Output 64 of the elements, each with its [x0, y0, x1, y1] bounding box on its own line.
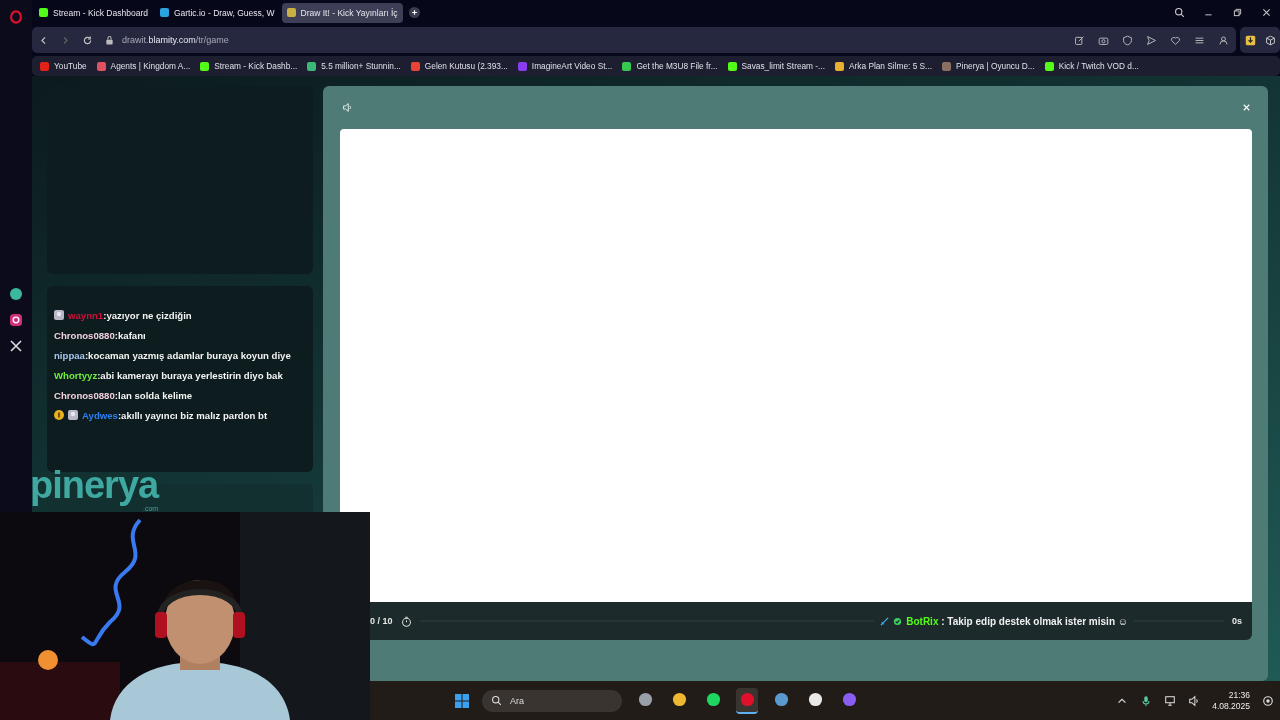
bookmark[interactable]: ImagineArt Video St... [517, 61, 613, 71]
restore-icon[interactable] [1232, 7, 1243, 18]
chat-message: BotRix : Takip edip destek olmak ister misin ☺ [906, 615, 1128, 627]
clock-time[interactable]: 21:36 [1228, 689, 1250, 701]
bookmark[interactable]: Get the M3U8 File fr... [622, 61, 718, 71]
windows-start-icon[interactable] [454, 692, 470, 709]
chat-message: Aydwes:akıllı yayıncı biz malız pardon bt [82, 409, 268, 421]
reload-icon[interactable] [82, 34, 93, 46]
bookmark[interactable]: Pinerya | Oyuncu D... [942, 61, 1035, 71]
browser-tab[interactable]: Stream - Kick Dashboard [34, 2, 153, 23]
menu-icon[interactable] [1194, 34, 1205, 46]
stopwatch-icon [400, 615, 412, 627]
camera-icon[interactable] [1098, 34, 1109, 46]
chat-message: Whortyyz:abi kamerayı buraya yerlestirin diyo bak [54, 369, 283, 381]
bookmark[interactable]: Stream - Kick Dashb... [200, 61, 298, 71]
x-icon[interactable] [9, 339, 23, 353]
search-icon[interactable] [1174, 7, 1185, 18]
lock-icon [104, 34, 115, 46]
download-icon[interactable] [1244, 34, 1256, 46]
notification-icon[interactable] [1262, 694, 1274, 707]
avatar-badge-icon [54, 310, 64, 320]
round-counter: 0 / 10 [370, 616, 393, 626]
browser-tab[interactable]: Gartic.io - Draw, Guess, W [154, 2, 280, 23]
shield-icon[interactable] [1122, 34, 1133, 46]
taskbar-search-field[interactable]: Ara [482, 689, 622, 712]
opera-logo-icon[interactable] [9, 9, 23, 25]
coin-badge-icon [54, 410, 64, 420]
cube-icon[interactable] [1264, 34, 1276, 46]
chat-message: nippaa:kocaman yazmış adamlar buraya koyun diye [54, 349, 291, 361]
network-icon[interactable] [1164, 694, 1177, 707]
browser-tab[interactable]: Draw It! - Kick Yayınları İç [281, 2, 403, 23]
close-icon[interactable] [1241, 102, 1252, 113]
microphone-icon[interactable] [1140, 694, 1153, 707]
chat-message: Chronos0880:lan solda kelime [54, 389, 193, 401]
address-field[interactable]: drawit.blamity.com/tr/game [122, 35, 229, 45]
bookmark[interactable]: Savas_limit Stream -... [727, 61, 825, 71]
pinerya-logo: pinerya [30, 466, 159, 504]
clock-date[interactable]: 4.08.2025 [1212, 700, 1250, 712]
chat-message: waynn1:yazıyor ne çizdiğin [68, 309, 192, 321]
chat-icon[interactable] [9, 287, 23, 301]
bookmark[interactable]: Kick / Twitch VOD d... [1044, 61, 1139, 71]
close-icon[interactable] [1261, 7, 1272, 18]
profile-icon[interactable] [1218, 34, 1229, 46]
bookmark[interactable]: YouTube [40, 61, 87, 71]
speaker-icon[interactable] [342, 102, 353, 113]
taskbar-app-icon[interactable] [736, 687, 758, 714]
bookmark[interactable]: Arka Plan Silme: 5 S... [835, 61, 933, 71]
favicon-icon [39, 8, 48, 17]
timer-label: 0s [1232, 616, 1242, 626]
instagram-icon[interactable] [9, 313, 23, 327]
heart-icon[interactable] [1170, 34, 1181, 46]
favicon-icon [159, 8, 169, 17]
chat-message: Chronos0880:kafanı [54, 329, 146, 341]
favicon-icon [286, 8, 296, 17]
send-icon[interactable] [1146, 34, 1157, 46]
new-tab-icon[interactable] [408, 7, 420, 18]
edit-icon[interactable] [1074, 34, 1085, 46]
bookmark[interactable]: Gelen Kutusu (2.393... [410, 61, 508, 71]
check-badge-icon [893, 616, 903, 626]
volume-icon[interactable] [1188, 694, 1201, 707]
avatar-badge-icon [68, 410, 78, 420]
search-icon [491, 695, 502, 706]
bookmark[interactable]: Agents | Kingdom A... [96, 61, 191, 71]
bookmark[interactable]: 5.5 million+ Stunnin... [307, 61, 401, 71]
